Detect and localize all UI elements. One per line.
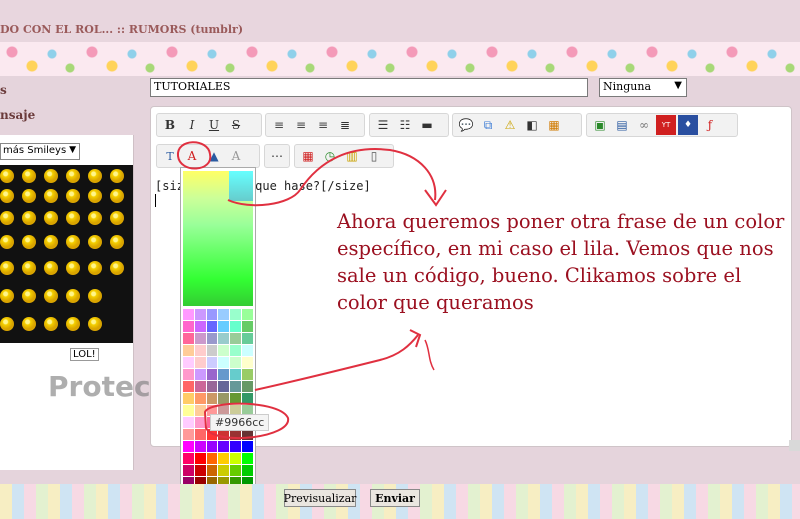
pointer-arrow [254,334,419,391]
hex-circle-annotation [203,402,289,439]
tutorial-annotation: Ahora queremos poner otra frase de un co… [337,210,785,314]
circle-annotation [176,141,212,170]
send-button[interactable]: Enviar [370,489,420,507]
pen-stroke [424,339,435,371]
preview-button[interactable]: Previsualizar [284,489,356,507]
resize-handle[interactable] [789,440,800,451]
curve-arrow [227,148,437,207]
